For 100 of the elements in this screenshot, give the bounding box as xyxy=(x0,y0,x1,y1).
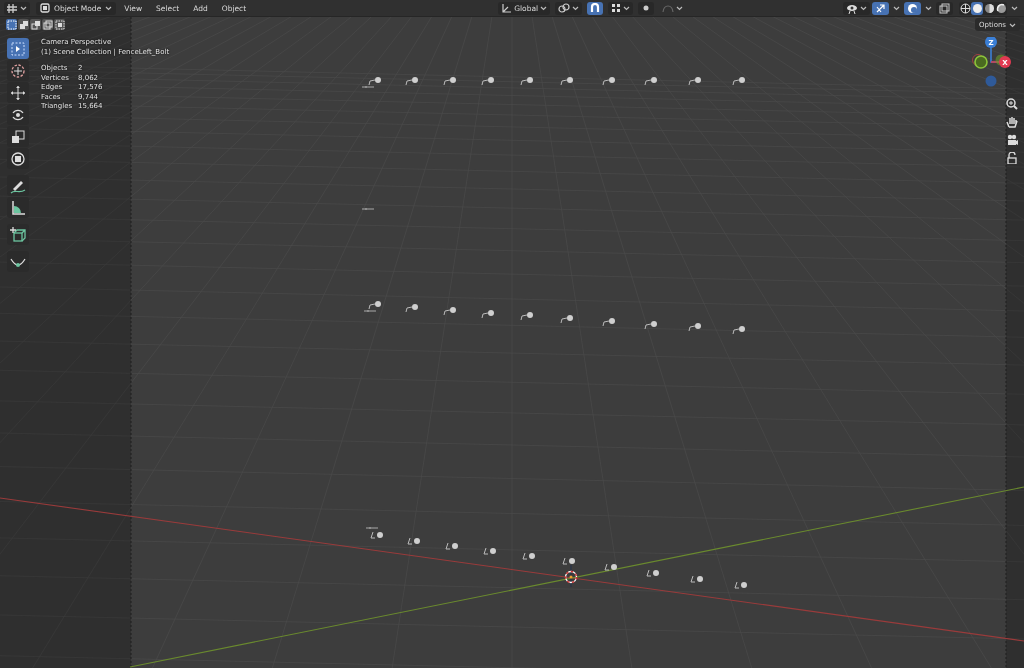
tool-button[interactable] xyxy=(7,82,29,103)
snap-target-dropdown[interactable] xyxy=(608,1,634,15)
bolt-object xyxy=(732,77,745,86)
empty-object xyxy=(361,85,375,89)
bolt-object xyxy=(562,557,575,565)
xray-toggle[interactable] xyxy=(936,1,953,15)
tool-button[interactable] xyxy=(7,126,29,147)
visibility-dropdown[interactable] xyxy=(843,1,870,15)
tool-button[interactable] xyxy=(7,197,29,218)
selection-mode-button[interactable] xyxy=(54,19,65,30)
cube-icon xyxy=(40,3,50,13)
shading-button[interactable] xyxy=(959,1,971,15)
tool-button[interactable] xyxy=(7,38,29,59)
proportional-edit-toggle[interactable] xyxy=(638,1,655,15)
sphere-icon xyxy=(959,2,971,14)
tool-button[interactable] xyxy=(7,251,29,272)
caret-icon xyxy=(572,5,580,11)
crosshair-icon xyxy=(10,62,26,79)
selection-mode-button[interactable] xyxy=(18,19,29,30)
bolt-object xyxy=(688,77,701,86)
caret-icon xyxy=(20,5,27,11)
arrows-icon xyxy=(875,2,886,14)
bolt-object xyxy=(407,537,420,545)
link-icon xyxy=(558,2,571,14)
bolt-object xyxy=(405,77,418,86)
empty-object xyxy=(365,526,379,530)
scale-icon xyxy=(10,128,26,145)
bolt-object xyxy=(520,77,533,86)
caret-icon xyxy=(676,5,684,11)
bolt-object xyxy=(732,326,745,335)
bolt-object xyxy=(688,323,701,332)
bolt-object xyxy=(644,77,657,86)
pivot-dropdown[interactable] xyxy=(555,1,583,15)
selection-mode-button[interactable] xyxy=(42,19,53,30)
shading-button[interactable] xyxy=(983,1,995,15)
selection-icon xyxy=(54,19,65,30)
bolt-object xyxy=(368,301,381,310)
shading-button[interactable] xyxy=(971,1,983,15)
editor-type-button[interactable] xyxy=(4,1,30,15)
zoom-icon xyxy=(1005,97,1018,110)
tool-button[interactable] xyxy=(7,224,29,245)
camera-icon xyxy=(1005,133,1018,146)
selection-icon xyxy=(30,19,41,30)
overlay-icon xyxy=(907,2,918,14)
bolt-object xyxy=(443,77,456,86)
selection-icon xyxy=(42,19,53,30)
transform-icon xyxy=(10,150,26,167)
pan-button[interactable] xyxy=(1004,114,1019,129)
bolt-object xyxy=(522,552,535,560)
3d-cursor xyxy=(564,564,578,588)
bolt-object xyxy=(560,315,573,324)
grid-icon xyxy=(611,3,622,13)
cursor-icon xyxy=(10,40,26,57)
bolt-object xyxy=(602,77,615,86)
selection-icon xyxy=(6,19,17,30)
bolt-object xyxy=(483,547,496,555)
gizmo-toggle[interactable] xyxy=(872,1,889,15)
sphere-icon xyxy=(971,2,983,14)
caret-icon xyxy=(893,5,900,11)
bolt-object xyxy=(370,531,383,539)
empty-object xyxy=(361,207,375,211)
grid-icon xyxy=(7,2,18,14)
selection-icon xyxy=(18,19,29,30)
bolt-object xyxy=(604,563,617,571)
caret-icon xyxy=(860,5,867,11)
bolt-object xyxy=(646,569,659,577)
bolt-object xyxy=(481,310,494,319)
xray-icon xyxy=(939,2,950,14)
bolt-object xyxy=(443,307,456,316)
caret-icon xyxy=(1011,5,1018,11)
bolt-object xyxy=(481,77,494,86)
magnet-icon xyxy=(590,3,601,13)
lock-camera-button[interactable] xyxy=(1004,150,1019,165)
hand-icon xyxy=(1005,115,1018,128)
snap-toggle[interactable] xyxy=(587,1,604,15)
bolt-object xyxy=(368,77,381,86)
selection-mode-button[interactable] xyxy=(30,19,41,30)
tool-button[interactable] xyxy=(7,104,29,125)
caret-icon xyxy=(1009,21,1016,28)
tool-button[interactable] xyxy=(7,60,29,81)
bolt-object xyxy=(690,575,703,583)
shading-button[interactable] xyxy=(995,1,1007,15)
bolt-object xyxy=(560,77,573,86)
bolt-object xyxy=(734,581,747,589)
ruler-icon xyxy=(10,199,26,216)
tool-button[interactable] xyxy=(7,148,29,169)
zoom-button[interactable] xyxy=(1004,96,1019,111)
bolt-object xyxy=(520,312,533,321)
axes-icon xyxy=(501,2,513,14)
bolt-object xyxy=(445,542,458,550)
bolt-object xyxy=(405,304,418,313)
overlay-toggle[interactable] xyxy=(904,1,921,15)
caret-icon xyxy=(623,5,631,11)
bolt-object xyxy=(644,321,657,330)
caret-icon xyxy=(925,5,932,11)
sphere-icon xyxy=(995,2,1007,14)
tool-button[interactable] xyxy=(7,175,29,196)
curve-icon xyxy=(662,3,675,13)
sphere-icon xyxy=(983,2,995,14)
add-cube-icon xyxy=(10,226,26,243)
